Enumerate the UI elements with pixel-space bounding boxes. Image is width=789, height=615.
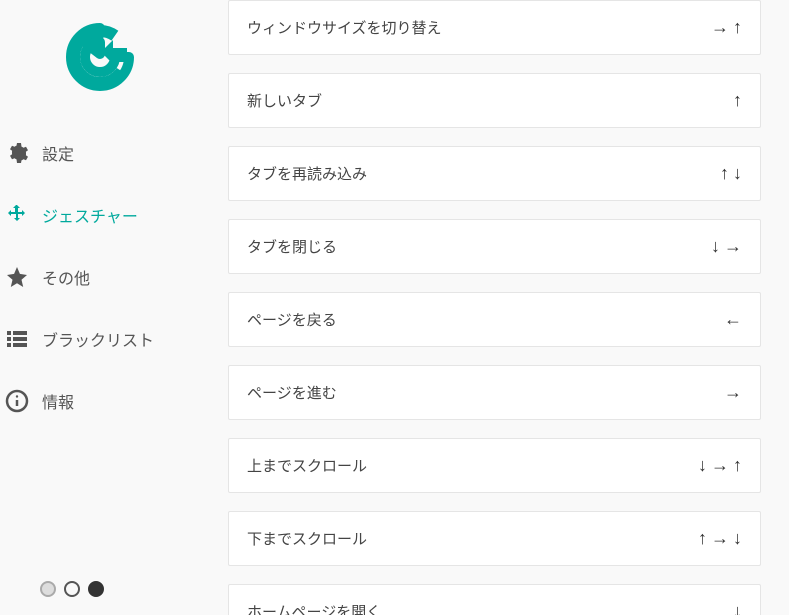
sidebar-item-settings[interactable]: 設定 <box>0 122 200 184</box>
gesture-item[interactable]: ウィンドウサイズを切り替え →↑ <box>228 0 761 55</box>
theme-dot-dark[interactable] <box>88 581 104 597</box>
gesture-item[interactable]: タブを閉じる ↓→ <box>228 219 761 274</box>
arrow-down-icon: ↓ <box>733 163 742 184</box>
gesture-item[interactable]: ページを戻る ← <box>228 292 761 347</box>
gesture-label: タブを再読み込み <box>247 163 367 184</box>
sidebar-item-gestures[interactable]: ジェスチャー <box>0 184 200 246</box>
sidebar-item-label: ブラックリスト <box>42 327 154 351</box>
sidebar-item-info[interactable]: 情報 <box>0 370 200 432</box>
main-content: ウィンドウサイズを切り替え→↑新しいタブ↑タブを再読み込み↑↓タブを閉じる↓→ペ… <box>200 0 789 615</box>
sidebar: 設定 ジェスチャー その他 ブラックリスト 情報 <box>0 0 200 615</box>
theme-dot-light[interactable] <box>40 581 56 597</box>
gesture-item[interactable]: 新しいタブ ↑ <box>228 73 761 128</box>
gesture-directions: ↓→ <box>711 236 742 257</box>
arrow-up-icon: ↑ <box>733 90 742 111</box>
gesture-directions: ← <box>724 309 742 330</box>
gesture-item[interactable]: 下までスクロール ↑→↓ <box>228 511 761 566</box>
theme-selector <box>40 581 104 597</box>
arrow-up-icon: ↑ <box>733 455 742 476</box>
gesture-list: ウィンドウサイズを切り替え→↑新しいタブ↑タブを再読み込み↑↓タブを閉じる↓→ペ… <box>228 0 761 615</box>
arrow-down-icon: ↓ <box>733 528 742 549</box>
gesture-directions: ↓ <box>733 601 742 615</box>
gesture-label: ウィンドウサイズを切り替え <box>247 17 442 38</box>
gesture-item[interactable]: タブを再読み込み ↑↓ <box>228 146 761 201</box>
arrow-right-icon: → <box>711 17 729 38</box>
gesture-label: 新しいタブ <box>247 90 322 111</box>
gesture-directions: ↓→↑ <box>698 455 742 476</box>
arrow-right-icon: → <box>724 236 742 257</box>
arrow-right-icon: → <box>724 382 742 403</box>
gesture-directions: →↑ <box>711 17 742 38</box>
gesture-directions: ↑↓ <box>720 163 742 184</box>
arrow-down-icon: ↓ <box>698 455 707 476</box>
arrow-right-icon: → <box>711 528 729 549</box>
app-logo <box>65 22 135 92</box>
sidebar-item-label: その他 <box>42 265 90 289</box>
sidebar-item-label: 情報 <box>42 389 74 413</box>
arrow-down-icon: ↓ <box>711 236 720 257</box>
arrow-up-icon: ↑ <box>720 163 729 184</box>
sidebar-item-label: 設定 <box>42 141 74 165</box>
theme-dot-outline[interactable] <box>64 581 80 597</box>
gesture-label: 下までスクロール <box>247 528 367 549</box>
star-icon <box>4 264 30 290</box>
sidebar-item-label: ジェスチャー <box>42 203 138 227</box>
arrow-up-icon: ↑ <box>733 17 742 38</box>
sidebar-item-blacklist[interactable]: ブラックリスト <box>0 308 200 370</box>
gesture-label: ページを進む <box>247 382 337 403</box>
arrow-left-icon: ← <box>724 309 742 330</box>
gesture-item[interactable]: ホームページを開く ↓ <box>228 584 761 615</box>
gesture-label: 上までスクロール <box>247 455 367 476</box>
gesture-label: ホームページを開く <box>247 601 381 615</box>
logo-wrap <box>0 12 200 122</box>
arrow-right-icon: → <box>711 455 729 476</box>
gesture-directions: ↑→↓ <box>698 528 742 549</box>
move-icon <box>4 202 30 228</box>
info-icon <box>4 388 30 414</box>
gesture-directions: ↑ <box>733 90 742 111</box>
gear-icon <box>4 140 30 166</box>
arrow-up-icon: ↑ <box>698 528 707 549</box>
gesture-item[interactable]: 上までスクロール ↓→↑ <box>228 438 761 493</box>
sidebar-item-other[interactable]: その他 <box>0 246 200 308</box>
list-icon <box>4 326 30 352</box>
gesture-label: ページを戻る <box>247 309 337 330</box>
arrow-down-icon: ↓ <box>733 601 742 615</box>
gesture-label: タブを閉じる <box>247 236 337 257</box>
gesture-item[interactable]: ページを進む → <box>228 365 761 420</box>
gesture-directions: → <box>724 382 742 403</box>
